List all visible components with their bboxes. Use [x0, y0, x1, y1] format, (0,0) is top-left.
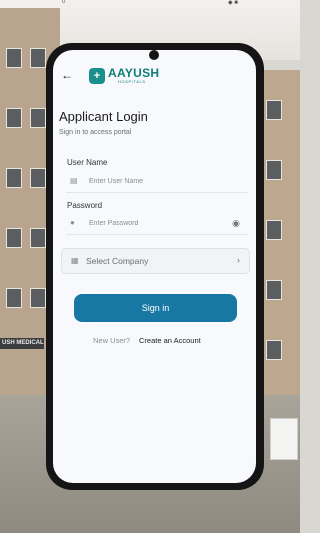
- create-account-link[interactable]: Create an Account: [139, 336, 201, 345]
- building-window: [30, 168, 46, 188]
- password-label: Password: [67, 201, 103, 210]
- building-sign: USH MEDICAL: [0, 338, 44, 349]
- camera-notch: [149, 50, 159, 60]
- lock-icon: ●: [70, 218, 75, 227]
- building-window: [6, 228, 22, 248]
- password-input[interactable]: [89, 216, 219, 230]
- building-window: [6, 48, 22, 68]
- building-window: [30, 108, 46, 128]
- password-field[interactable]: ● ◉: [66, 214, 248, 235]
- logo-mark-icon: +: [89, 68, 105, 84]
- login-screen: ← + AAYUSH HOSPITALS Applicant Login Sig…: [53, 50, 256, 483]
- logo-name: AAYUSH: [108, 66, 160, 80]
- logo-subtitle: HOSPITALS: [118, 79, 146, 84]
- new-user-text: New User?: [93, 336, 131, 345]
- building-window: [266, 100, 282, 120]
- building-window: [266, 280, 282, 300]
- building-window: [30, 228, 46, 248]
- building-window: [30, 288, 46, 308]
- username-label: User Name: [67, 158, 108, 167]
- building-window: [266, 340, 282, 360]
- status-time: 0: [62, 0, 66, 5]
- building-window: [266, 220, 282, 240]
- building-window: [6, 108, 22, 128]
- select-company-dropdown[interactable]: ▦ Select Company ›: [61, 248, 250, 274]
- sign-in-button[interactable]: Sign in: [74, 294, 237, 322]
- page-title: Applicant Login: [59, 109, 148, 124]
- building-icon: ▦: [71, 256, 79, 265]
- building-window: [266, 160, 282, 180]
- chevron-right-icon: ›: [237, 255, 240, 265]
- select-company-text: Select Company: [86, 256, 149, 266]
- status-icons: ◆ ■: [228, 0, 238, 6]
- eye-icon[interactable]: ◉: [232, 218, 240, 229]
- status-bar: 0 ◆ ■: [0, 0, 300, 8]
- page-subtitle: Sign in to access portal: [59, 129, 132, 136]
- building-window: [6, 168, 22, 188]
- building-window: [6, 288, 22, 308]
- username-field[interactable]: ▤: [66, 172, 248, 193]
- id-card-icon: ▤: [70, 176, 78, 185]
- username-input[interactable]: [89, 174, 219, 188]
- building-window: [30, 48, 46, 68]
- banner-board: [270, 418, 298, 460]
- back-arrow-icon[interactable]: ←: [61, 68, 73, 82]
